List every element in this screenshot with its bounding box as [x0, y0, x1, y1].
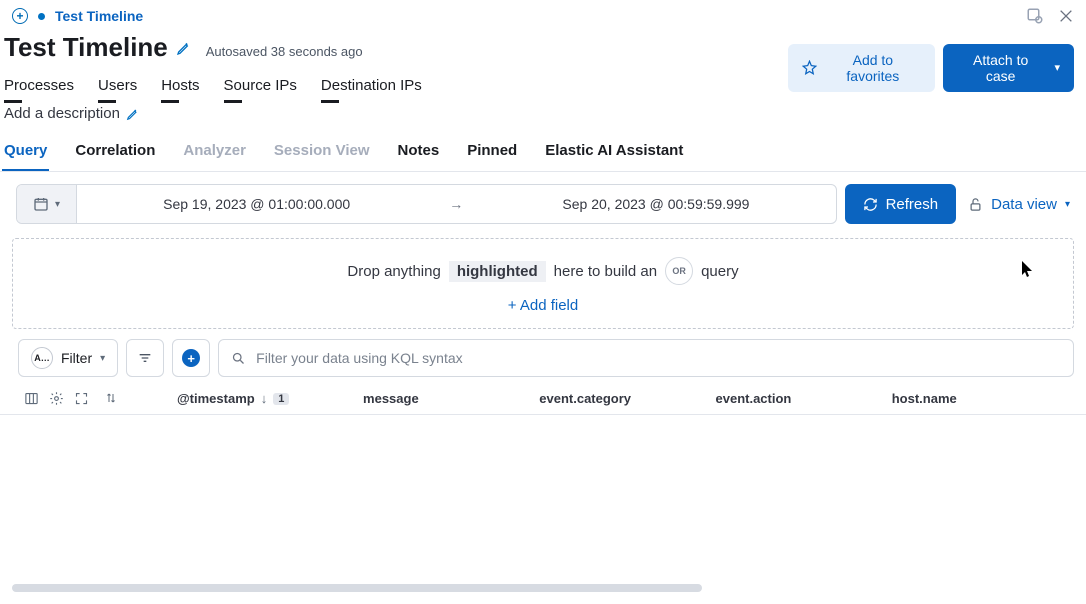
add-filter-button[interactable]: + [172, 339, 210, 377]
calendar-icon [33, 196, 49, 212]
tab-notes[interactable]: Notes [396, 136, 442, 171]
drop-text-pre: Drop anything [347, 263, 440, 280]
tab-correlation[interactable]: Correlation [73, 136, 157, 171]
sort-priority-badge: 1 [273, 393, 289, 405]
columns-icon[interactable] [24, 391, 39, 406]
data-view-label: Data view [991, 196, 1057, 213]
drop-text-mid: here to build an [554, 263, 657, 280]
horizontal-scrollbar[interactable] [12, 584, 702, 592]
filter-options-button[interactable] [126, 339, 164, 377]
stat-chip-label: Destination IPs [321, 77, 422, 94]
field-filter-button[interactable]: A… Filter ▾ [18, 339, 118, 377]
timeline-breadcrumb[interactable]: Test Timeline [55, 8, 143, 24]
column-timestamp[interactable]: @timestamp ↓ 1 [177, 391, 363, 406]
date-from[interactable]: Sep 19, 2023 @ 01:00:00.000 [77, 196, 436, 212]
kql-input[interactable] [256, 350, 1061, 366]
chevron-down-icon: ▾ [100, 353, 105, 364]
attach-to-case-button[interactable]: Attach to case ▾ [943, 44, 1074, 92]
or-pill: OR [665, 257, 693, 285]
stat-chip-label: Users [98, 77, 137, 94]
chevron-down-icon: ▾ [1054, 61, 1060, 74]
add-to-favorites-button[interactable]: Add to favorites [788, 44, 935, 92]
field-type-icon: A… [31, 347, 53, 369]
chevron-down-icon: ▾ [1065, 199, 1070, 210]
sort-desc-icon: ↓ [261, 391, 268, 406]
tab-session-view: Session View [272, 136, 372, 171]
search-icon [231, 351, 246, 366]
filter-label: Filter [61, 350, 92, 366]
stat-chip-bar [161, 100, 179, 103]
stat-chip-label: Processes [4, 77, 74, 94]
column-host-name[interactable]: host.name [892, 391, 1068, 406]
date-quick-select[interactable]: ▾ [17, 185, 77, 223]
date-to[interactable]: Sep 20, 2023 @ 00:59:59.999 [476, 196, 835, 212]
drop-highlight: highlighted [449, 261, 546, 282]
tab-elastic-ai-assistant[interactable]: Elastic AI Assistant [543, 136, 685, 171]
stat-chip-bar [321, 100, 339, 103]
stat-chip-label: Hosts [161, 77, 199, 94]
column-timestamp-label: @timestamp [177, 391, 255, 406]
settings-gear-icon[interactable] [49, 391, 64, 406]
column-event-action[interactable]: event.action [716, 391, 892, 406]
refresh-icon [863, 197, 878, 212]
tab-pinned[interactable]: Pinned [465, 136, 519, 171]
stat-chip-bar [224, 100, 242, 103]
attach-label: Attach to case [957, 52, 1045, 84]
stat-chip-label: Source IPs [224, 77, 297, 94]
autosave-status: Autosaved 38 seconds ago [206, 44, 363, 59]
refresh-label: Refresh [886, 196, 939, 213]
stat-chip: Users [98, 77, 137, 103]
stat-chip-bar [4, 100, 22, 103]
stat-chip: Processes [4, 77, 74, 103]
kql-search[interactable] [218, 339, 1074, 377]
tab-analyzer: Analyzer [181, 136, 248, 171]
stat-chip: Source IPs [224, 77, 297, 103]
stat-chip-bar [98, 100, 116, 103]
edit-title-icon[interactable] [176, 40, 192, 56]
refresh-button[interactable]: Refresh [845, 184, 957, 224]
edit-description-icon[interactable] [126, 107, 140, 121]
arrow-right-icon: → [436, 196, 476, 212]
stat-chip: Hosts [161, 77, 199, 103]
unsaved-dot-icon [38, 13, 45, 20]
query-drop-zone[interactable]: Drop anything highlighted here to build … [12, 238, 1074, 329]
description-prompt[interactable]: Add a description [4, 105, 120, 122]
data-view-button[interactable]: Data view ▾ [964, 196, 1074, 213]
column-event-category[interactable]: event.category [539, 391, 715, 406]
add-field-button[interactable]: + Add field [508, 297, 578, 314]
star-icon [802, 60, 817, 75]
inspect-icon[interactable] [1026, 7, 1044, 25]
stat-chip: Destination IPs [321, 77, 422, 103]
page-title: Test Timeline [4, 32, 168, 63]
close-icon[interactable] [1058, 8, 1074, 24]
date-range-picker[interactable]: ▾ Sep 19, 2023 @ 01:00:00.000 → Sep 20, … [16, 184, 837, 224]
fullscreen-icon[interactable] [74, 391, 89, 406]
favorite-label: Add to favorites [825, 52, 921, 84]
sort-icon[interactable] [105, 391, 117, 406]
tab-query[interactable]: Query [2, 136, 49, 171]
lock-open-icon [968, 197, 983, 212]
chevron-down-icon: ▾ [55, 199, 60, 210]
drop-text-post: query [701, 263, 739, 280]
plus-icon: + [182, 349, 200, 367]
column-message[interactable]: message [363, 391, 539, 406]
new-timeline-button[interactable]: + [12, 8, 28, 24]
